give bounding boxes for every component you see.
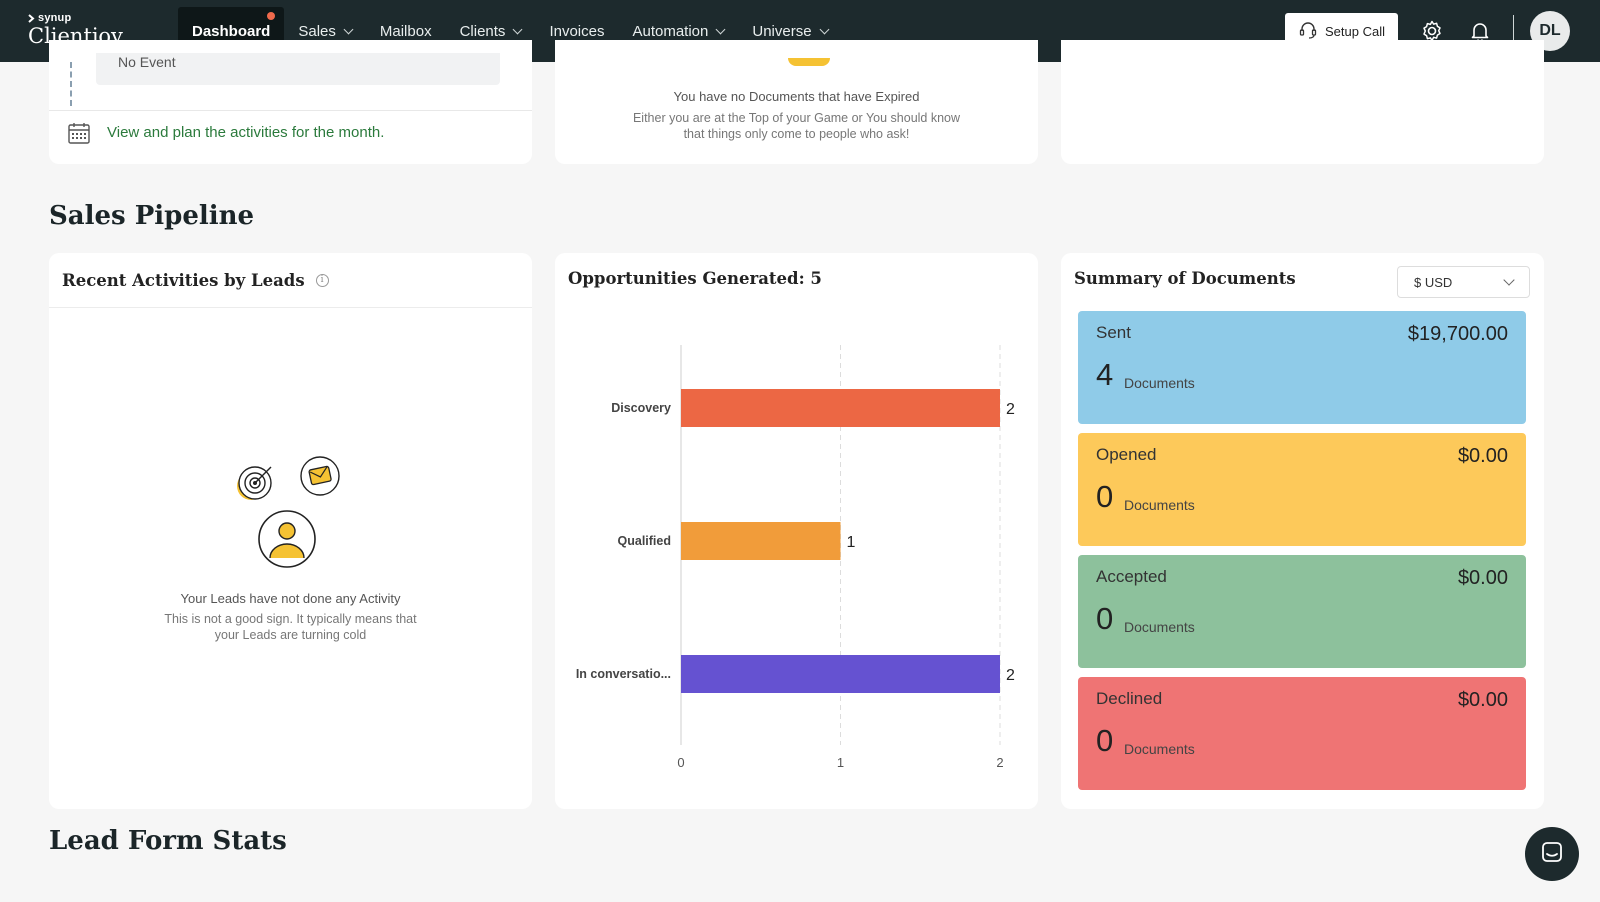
setup-call-label: Setup Call	[1325, 23, 1385, 39]
sales-pipeline-heading: Sales Pipeline	[49, 201, 255, 231]
bar-value-label: 2	[1006, 401, 1015, 418]
documents-summary-card: Summary of Documents $ USD Sent $19,700.0…	[1061, 253, 1544, 809]
doc-tile-count: 0	[1096, 601, 1114, 636]
doc-tile-amount: $0.00	[1457, 445, 1508, 467]
currency-value: $ USD	[1414, 274, 1453, 290]
nav-item-label: Sales	[298, 22, 336, 40]
doc-tile-label: Declined	[1096, 689, 1163, 708]
expired-documents-card: You have no Documents that have Expired …	[555, 40, 1038, 164]
no-event-placeholder: No Event	[96, 53, 500, 85]
x-tick-label: 1	[837, 755, 844, 770]
opportunities-card: Opportunities Generated: 5 0 1 2 Discovery 2…	[555, 253, 1038, 809]
currency-select[interactable]: $ USD	[1397, 266, 1530, 298]
doc-tile-unit: Documents	[1124, 375, 1195, 391]
chevron-down-icon	[1503, 274, 1515, 286]
doc-tile-unit: Documents	[1124, 619, 1195, 635]
expired-empty-title: You have no Documents that have Expired	[673, 89, 920, 104]
info-icon[interactable]: i	[315, 273, 329, 287]
x-tick-label: 2	[996, 755, 1003, 770]
recent-activities-title: Recent Activities by Leads	[62, 270, 305, 290]
nav-item-label: Universe	[752, 22, 812, 40]
doc-tile-label: Opened	[1096, 445, 1157, 464]
doc-tile-unit: Documents	[1124, 741, 1195, 757]
expired-empty-subtitle: Either you are at the Top of your Game o…	[632, 111, 961, 141]
doc-tile-count: 4	[1096, 357, 1114, 392]
nav-item-label: Dashboard	[192, 22, 271, 40]
doc-tile-unit: Documents	[1124, 497, 1195, 513]
nav-item-label: Mailbox	[379, 22, 432, 40]
plan-activities-link[interactable]: View and plan the activities for the mon…	[107, 124, 384, 141]
expired-illustration	[788, 58, 830, 66]
recent-activities-header: Recent Activities by Leads i	[49, 253, 532, 308]
leads-empty-subtitle: This is not a good sign. It typically me…	[164, 612, 417, 642]
documents-summary-title: Summary of Documents	[1074, 269, 1296, 288]
doc-tile-count: 0	[1096, 479, 1114, 514]
bar-value-label: 2	[1006, 667, 1015, 684]
upcoming-events-card: No Event View and plan the activities fo…	[49, 40, 532, 164]
doc-tile-count: 0	[1096, 723, 1114, 758]
opportunities-bar-chart: 0 1 2 Discovery 2 Qualified 1 In conversatio...…	[576, 345, 1015, 770]
doc-tile-amount: $19,700.00	[1407, 323, 1508, 345]
y-category-label: Discovery	[611, 401, 671, 415]
chart-bar	[681, 389, 1000, 427]
chevron-down-icon	[343, 24, 354, 34]
doc-tile-declined[interactable]: Declined $0.00 0 Documents	[1078, 677, 1526, 790]
y-category-label: Qualified	[618, 534, 671, 548]
calendar-icon	[67, 121, 91, 150]
doc-tile-sent[interactable]: Sent $19,700.00 4 Documents	[1078, 311, 1526, 424]
doc-tile-label: Sent	[1096, 323, 1131, 342]
bar-value-label: 1	[847, 534, 856, 551]
synup-logo: synup	[28, 12, 123, 24]
chat-launcher-button[interactable]	[1525, 827, 1579, 881]
timeline-line	[70, 62, 72, 106]
synup-label: synup	[38, 12, 72, 24]
x-tick-label: 0	[677, 755, 684, 770]
notification-dot	[267, 12, 276, 20]
chart-bar	[681, 655, 1000, 693]
leads-empty-title: Your Leads have not done any Activity	[180, 591, 401, 606]
chevron-down-icon	[819, 24, 829, 34]
recent-activities-card: Recent Activities by Leads i Your Leads …	[49, 253, 532, 809]
doc-tile-accepted[interactable]: Accepted $0.00 0 Documents	[1078, 555, 1526, 668]
doc-tile-opened[interactable]: Opened $0.00 0 Documents	[1078, 433, 1526, 546]
nav-item-label: Invoices	[549, 22, 605, 40]
chevron-down-icon	[715, 24, 726, 34]
leads-empty-illustration	[237, 456, 340, 568]
doc-tile-amount: $0.00	[1457, 567, 1508, 589]
doc-tile-amount: $0.00	[1457, 689, 1508, 711]
lead-form-stats-heading: Lead Form Stats	[49, 826, 287, 856]
chevron-down-icon	[512, 24, 523, 34]
chart-bar	[681, 522, 841, 560]
y-category-label: In conversatio...	[576, 667, 671, 681]
nav-item-label: Clients	[459, 22, 506, 40]
nav-item-label: Automation	[632, 22, 709, 40]
doc-tile-label: Accepted	[1096, 567, 1167, 586]
top-right-card	[1061, 40, 1544, 164]
chat-icon	[1540, 840, 1564, 869]
card-divider	[49, 110, 532, 111]
